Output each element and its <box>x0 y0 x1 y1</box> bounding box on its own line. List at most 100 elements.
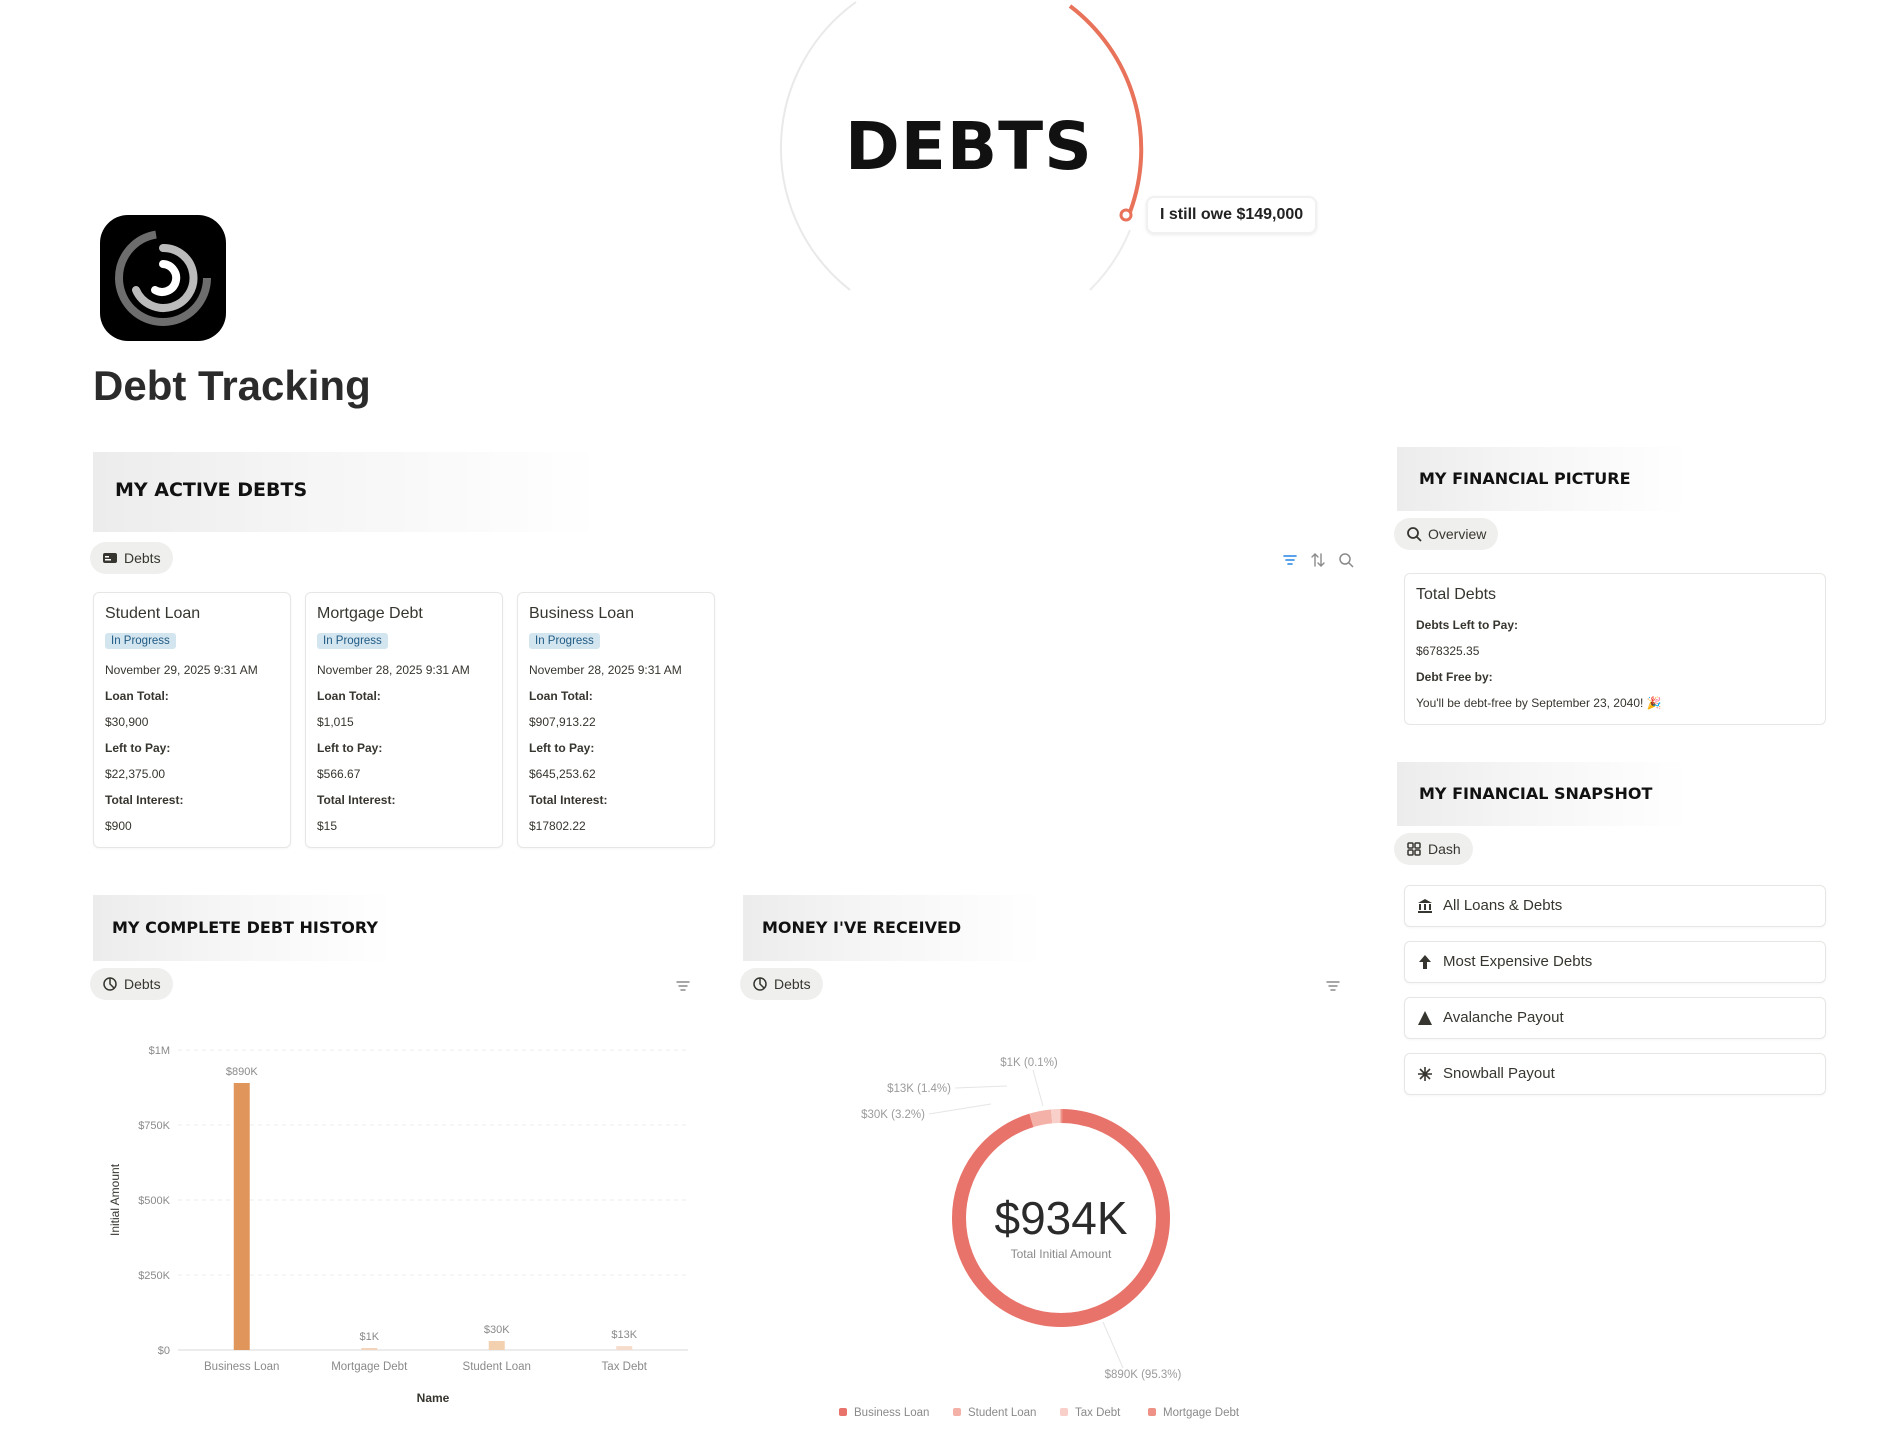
active-debts-heading: MY ACTIVE DEBTS <box>115 479 308 501</box>
financial-picture-view-tab[interactable]: Overview <box>1394 518 1499 550</box>
financial-snapshot-header: MY FINANCIAL SNAPSHOT <box>1397 762 1687 826</box>
bar-value-label: $30K <box>484 1324 510 1336</box>
card-date: November 29, 2025 9:31 AM <box>105 663 258 677</box>
left-to-pay-value: $645,253.62 <box>529 767 596 781</box>
cover-dot <box>1119 208 1133 222</box>
money-received-donut-chart: $934K Total Initial Amount $890K (95.3%) $3… <box>839 1057 1240 1419</box>
bar <box>488 1341 505 1350</box>
x-tick-label: Business Loan <box>204 1361 279 1373</box>
link-avalanche-payout[interactable]: Avalanche Payout <box>1404 997 1826 1039</box>
page-title: Debt Tracking <box>93 362 371 409</box>
financial-snapshot-view-label: Dash <box>1428 841 1461 857</box>
link-label: Avalanche Payout <box>1443 1009 1564 1026</box>
left-to-pay-value: $22,375.00 <box>105 767 166 781</box>
debt-history-heading: MY COMPLETE DEBT HISTORY <box>112 918 378 937</box>
link-label: All Loans & Debts <box>1443 897 1563 914</box>
x-axis-label: Name <box>417 1391 450 1405</box>
donut-center-value: $934K <box>994 1192 1127 1244</box>
active-debts-view-tab[interactable]: Debts <box>90 542 173 574</box>
pie-chart-icon <box>103 977 117 991</box>
debts-left-label: Debts Left to Pay: <box>1416 618 1519 632</box>
x-tick-label: Student Loan <box>463 1361 531 1373</box>
card-date: November 28, 2025 9:31 AM <box>317 663 470 677</box>
y-tick-label: $750K <box>138 1120 170 1132</box>
cover-banner: DEBTS I still owe $149,000 <box>0 0 1893 300</box>
grid-icon <box>1407 842 1421 856</box>
bar <box>361 1348 378 1350</box>
link-all-loans-debts[interactable]: All Loans & Debts <box>1404 885 1826 927</box>
financial-snapshot-view-tab[interactable]: Dash <box>1394 833 1473 865</box>
money-received-view-label: Debts <box>774 976 811 992</box>
debt-card-business-loan[interactable]: Business Loan In Progress November 28, 2… <box>517 592 715 848</box>
x-tick-label: Mortgage Debt <box>331 1361 408 1373</box>
legend-swatch <box>953 1408 961 1416</box>
card-title: Mortgage Debt <box>317 605 423 622</box>
donut-slice-label: $1K (0.1%) <box>1000 1057 1058 1069</box>
legend-label: Tax Debt <box>1075 1407 1121 1419</box>
status-badge: In Progress <box>529 633 600 649</box>
bar-value-label: $1K <box>359 1331 379 1343</box>
legend-label: Business Loan <box>854 1407 929 1419</box>
bar-value-label: $890K <box>226 1066 258 1078</box>
leader-line <box>1032 1069 1044 1107</box>
loan-total-value: $907,913.22 <box>529 715 596 729</box>
debt-history-view-tab[interactable]: Debts <box>90 968 173 1000</box>
loan-total-label: Loan Total: <box>529 689 593 703</box>
legend-swatch <box>1060 1408 1068 1416</box>
left-to-pay-label: Left to Pay: <box>529 741 595 755</box>
bar-value-label: $13K <box>611 1329 637 1341</box>
total-debts-card[interactable]: Total Debts Debts Left to Pay: $678325.3… <box>1404 573 1826 725</box>
status-badge: In Progress <box>105 633 176 649</box>
card-icon <box>103 553 117 563</box>
filter-icon[interactable] <box>1281 551 1299 569</box>
search-icon[interactable] <box>1337 551 1355 569</box>
donut-slice-label: $890K (95.3%) <box>1105 1369 1182 1381</box>
financial-picture-heading: MY FINANCIAL PICTURE <box>1419 469 1631 488</box>
total-interest-label: Total Interest: <box>529 793 608 807</box>
left-to-pay-label: Left to Pay: <box>317 741 383 755</box>
legend-swatch <box>1148 1408 1156 1416</box>
active-debts-header: MY ACTIVE DEBTS <box>93 452 603 532</box>
card-title: Student Loan <box>105 605 201 622</box>
financial-picture-header: MY FINANCIAL PICTURE <box>1397 447 1687 511</box>
financial-snapshot-heading: MY FINANCIAL SNAPSHOT <box>1419 784 1653 803</box>
sort-icon[interactable] <box>1309 551 1327 569</box>
bar <box>233 1083 250 1350</box>
y-tick-label: $0 <box>158 1345 170 1357</box>
debt-card-mortgage-debt[interactable]: Mortgage Debt In Progress November 28, 2… <box>305 592 503 848</box>
total-interest-label: Total Interest: <box>105 793 184 807</box>
loan-total-label: Loan Total: <box>105 689 169 703</box>
debt-free-value: You'll be debt-free by September 23, 204… <box>1416 696 1662 710</box>
bar <box>616 1346 633 1350</box>
link-most-expensive-debts[interactable]: Most Expensive Debts <box>1404 941 1826 983</box>
filter-icon[interactable] <box>1324 977 1342 995</box>
y-tick-label: $500K <box>138 1195 170 1207</box>
owe-badge: I still owe $149,000 <box>1146 196 1318 234</box>
total-interest-value: $15 <box>317 819 338 833</box>
donut-slice-label: $30K (3.2%) <box>861 1109 925 1121</box>
link-label: Snowball Payout <box>1443 1065 1555 1082</box>
legend-label: Student Loan <box>968 1407 1036 1419</box>
arrow-up-icon <box>1419 955 1431 969</box>
pie-chart-icon <box>753 977 767 991</box>
x-tick-label: Tax Debt <box>602 1361 648 1373</box>
filter-icon[interactable] <box>674 977 692 995</box>
card-title: Business Loan <box>529 605 634 622</box>
page-icon[interactable] <box>100 215 226 341</box>
card-date: November 28, 2025 9:31 AM <box>529 663 682 677</box>
spiral-icon <box>115 230 211 326</box>
donut-center-label: Total Initial Amount <box>1011 1247 1112 1261</box>
loan-total-value: $30,900 <box>105 715 149 729</box>
debt-free-label: Debt Free by: <box>1416 670 1493 684</box>
search-icon <box>1407 527 1422 542</box>
link-snowball-payout[interactable]: Snowball Payout <box>1404 1053 1826 1095</box>
left-to-pay-label: Left to Pay: <box>105 741 171 755</box>
bank-icon <box>1418 899 1432 913</box>
debt-card-student-loan[interactable]: Student Loan In Progress November 29, 20… <box>93 592 291 848</box>
left-to-pay-value: $566.67 <box>317 767 361 781</box>
cover-title: DEBTS <box>845 108 1093 185</box>
legend-label: Mortgage Debt <box>1163 1407 1240 1419</box>
financial-picture-view-label: Overview <box>1428 526 1487 542</box>
money-received-view-tab[interactable]: Debts <box>740 968 823 1000</box>
debt-history-header: MY COMPLETE DEBT HISTORY <box>93 895 393 961</box>
